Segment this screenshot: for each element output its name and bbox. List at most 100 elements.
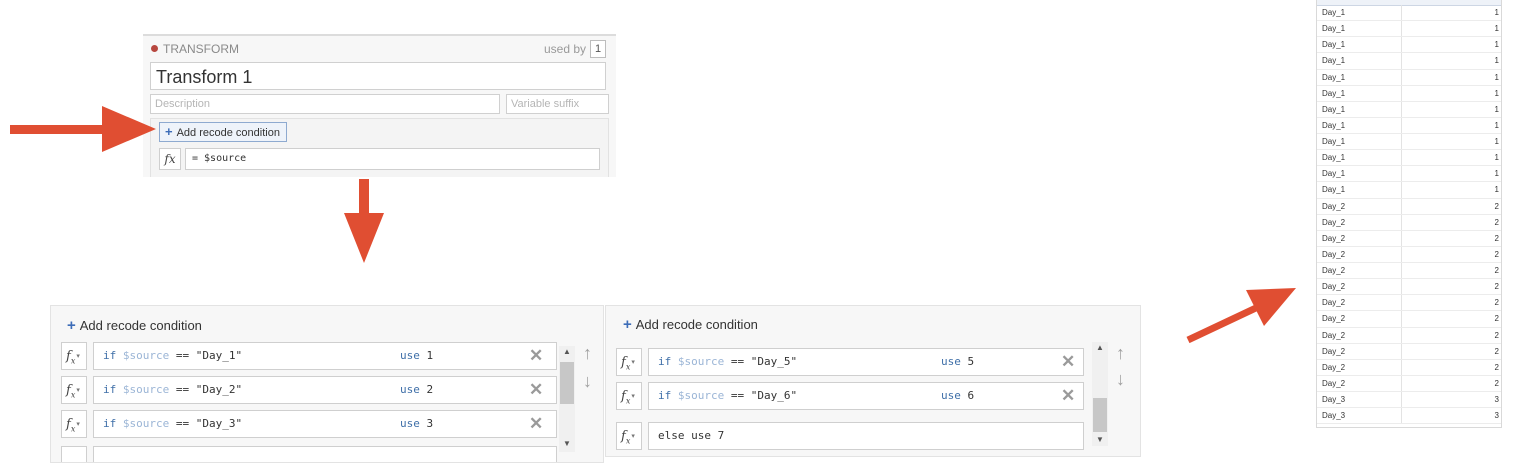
arrow-down-icon[interactable]: ↓ — [1116, 370, 1125, 388]
used-by-count-badge[interactable]: 1 — [590, 40, 606, 58]
day-cell: Day_2 — [1322, 266, 1346, 275]
fx-menu-button[interactable]: fx▾ — [616, 382, 642, 410]
fx-menu-button[interactable]: fx▾ — [61, 410, 87, 438]
arrow-down-icon[interactable]: ↓ — [583, 372, 592, 390]
value-cell: 1 — [1494, 24, 1499, 34]
close-icon[interactable]: ✕ — [1061, 348, 1075, 376]
column-divider — [1401, 375, 1402, 391]
scroll-down-icon[interactable]: ▼ — [1096, 436, 1104, 444]
day-cell: Day_3 — [1322, 411, 1346, 421]
value-cell: 2 — [1494, 298, 1499, 308]
source-variable: $source — [677, 355, 725, 368]
arrow-up-icon[interactable]: ↑ — [1116, 344, 1125, 362]
recode-condition-input[interactable]: if $source == "Day_1" use 1 — [93, 342, 557, 370]
table-row: Day_2 2 — [1317, 198, 1501, 215]
fx-menu-button[interactable] — [61, 446, 87, 462]
condition-value: "Day_3" — [195, 417, 243, 430]
recode-condition-input[interactable] — [93, 446, 557, 462]
value-cell: 1 — [1494, 153, 1499, 163]
day-cell: Day_2 — [1322, 282, 1346, 292]
close-icon[interactable]: ✕ — [529, 342, 543, 370]
fx-menu-button[interactable]: fx — [159, 148, 181, 170]
recode-condition-input[interactable]: if $source == "Day_2" use 2 — [93, 376, 557, 404]
value-cell: 2 — [1494, 378, 1499, 388]
day-cell: Day_2 — [1322, 362, 1346, 372]
operator: == — [175, 383, 190, 396]
column-divider — [1401, 359, 1402, 375]
column-divider — [1401, 21, 1402, 37]
scrollbar-thumb[interactable] — [1093, 398, 1107, 432]
table-row: Day_1 1 — [1317, 134, 1501, 151]
fx-icon: fx — [621, 389, 631, 406]
value-cell: 1 — [1494, 72, 1499, 82]
scroll-up-icon[interactable]: ▲ — [1096, 344, 1104, 352]
table-row: Day_2 2 — [1317, 295, 1501, 312]
column-divider — [1401, 230, 1402, 246]
table-row: Day_2 2 — [1317, 246, 1501, 263]
value-cell: 3 — [1494, 411, 1499, 421]
if-keyword: if — [658, 389, 672, 402]
close-icon[interactable]: ✕ — [529, 410, 543, 438]
table-row: Day_1 1 — [1317, 85, 1501, 102]
table-row: Day_2 2 — [1317, 343, 1501, 360]
fx-menu-button[interactable]: fx▾ — [61, 342, 87, 370]
scrollbar[interactable]: ▲ ▼ — [1092, 342, 1108, 446]
else-condition-input[interactable]: else use 7 — [648, 422, 1084, 450]
value-cell: 2 — [1494, 217, 1499, 227]
fx-icon: fx — [66, 417, 76, 434]
column-divider — [1401, 134, 1402, 150]
day-cell: Day_1 — [1322, 8, 1346, 17]
table-row: Day_2 2 — [1317, 263, 1501, 280]
table-row: Day_2 2 — [1317, 359, 1501, 376]
value-cell: 2 — [1494, 362, 1499, 372]
column-divider — [1401, 279, 1402, 295]
column-divider — [1401, 311, 1402, 327]
table-row: Day_1 1 — [1317, 117, 1501, 134]
description-input[interactable]: Description — [150, 94, 500, 114]
close-icon[interactable]: ✕ — [1061, 382, 1075, 410]
expression-input[interactable]: = $source — [185, 148, 600, 170]
variable-suffix-input[interactable]: Variable suffix — [506, 94, 609, 114]
scroll-up-icon[interactable]: ▲ — [563, 348, 571, 356]
status-dot — [151, 45, 158, 52]
recode-condition-input[interactable]: if $source == "Day_3" use 3 — [93, 410, 557, 438]
plus-icon: + — [165, 124, 173, 139]
scrollbar[interactable]: ▲ ▼ — [559, 346, 575, 452]
column-divider — [1401, 327, 1402, 343]
column-divider — [1401, 5, 1402, 21]
fx-icon: fx — [164, 152, 176, 166]
transform-name-input[interactable]: Transform 1 — [150, 62, 606, 90]
table-row: Day_1 1 — [1317, 53, 1501, 70]
day-cell: Day_1 — [1322, 169, 1346, 179]
fx-menu-button[interactable]: fx▾ — [61, 376, 87, 404]
if-keyword: if — [658, 355, 672, 368]
column-divider — [1401, 182, 1402, 198]
value-cell: 2 — [1494, 233, 1499, 243]
scrollbar-thumb[interactable] — [560, 362, 574, 404]
column-divider — [1401, 166, 1402, 182]
add-recode-condition-button[interactable]: + Add recode condition — [623, 316, 758, 333]
add-recode-condition-button[interactable]: + Add recode condition — [159, 122, 287, 142]
recode-condition-input[interactable]: if $source == "Day_5" use 5 — [648, 348, 1084, 376]
value-cell: 1 — [1494, 185, 1499, 195]
scroll-down-icon[interactable]: ▼ — [563, 440, 571, 448]
condition-value: "Day_5" — [750, 355, 798, 368]
day-cell: Day_2 — [1322, 346, 1346, 356]
plus-icon: + — [623, 316, 632, 333]
recode-condition-input[interactable]: if $source == "Day_6" use 6 — [648, 382, 1084, 410]
add-recode-condition-label: Add recode condition — [635, 317, 758, 332]
table-row: Day_1 1 — [1317, 69, 1501, 86]
fx-icon: fx — [621, 355, 631, 372]
fx-menu-button[interactable]: fx▾ — [616, 422, 642, 450]
fx-menu-button[interactable]: fx▾ — [616, 348, 642, 376]
column-divider — [1401, 246, 1402, 262]
day-cell: Day_1 — [1322, 72, 1346, 82]
arrow-up-icon[interactable]: ↑ — [583, 344, 592, 362]
operator: == — [175, 349, 190, 362]
add-recode-condition-button[interactable]: + Add recode condition — [67, 317, 202, 334]
fx-icon: fx — [621, 429, 631, 446]
fx-icon: fx — [66, 383, 76, 400]
table-row: Day_2 2 — [1317, 311, 1501, 328]
day-cell: Day_2 — [1322, 249, 1346, 259]
close-icon[interactable]: ✕ — [529, 376, 543, 404]
